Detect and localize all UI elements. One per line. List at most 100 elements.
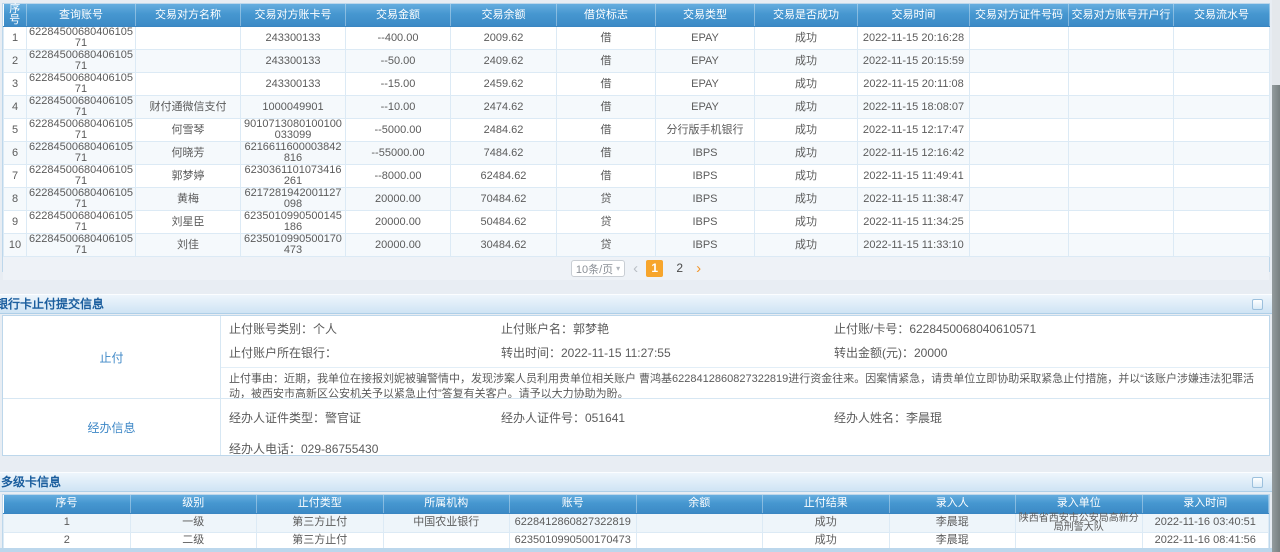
- cell-success: 成功: [755, 188, 858, 211]
- cell-seq: 2: [4, 50, 27, 73]
- multi-level-card-section-header: 多级卡信息: [0, 472, 1272, 492]
- cell-amount: 20000.00: [346, 188, 451, 211]
- col-header-entry-time: 录入时间: [1142, 495, 1269, 513]
- stop-payment-section-header: 银行卡止付提交信息: [0, 294, 1272, 314]
- cell-amount: --8000.00: [346, 165, 451, 188]
- cell-query-account: 6228450068040610571: [27, 211, 136, 234]
- cell-bank: [1069, 27, 1174, 50]
- cell-balance: 30484.62: [451, 234, 557, 257]
- cell-balance: 7484.62: [451, 142, 557, 165]
- cell-counterparty-name: [136, 27, 241, 50]
- cell-counterparty-card: 1000049901: [241, 96, 346, 119]
- cell-success: 成功: [755, 96, 858, 119]
- cell-seq: 1: [4, 513, 131, 532]
- cell-type: EPAY: [656, 50, 755, 73]
- cell-counterparty-name: [136, 73, 241, 96]
- vertical-scrollbar[interactable]: [1272, 0, 1280, 552]
- col-header-query-account: 查询账号: [27, 4, 136, 27]
- multi-level-card-table: 序号 级别 止付类型 所属机构 账号 余额 止付结果 录入人 录入单位 录入时间…: [3, 495, 1269, 550]
- pagination: 10条/页 ▾ ‹ 1 2 ›: [3, 257, 1269, 280]
- cell-counterparty-name: 刘佳: [136, 234, 241, 257]
- cell-stop-result: 成功: [763, 513, 890, 532]
- cell-success: 成功: [755, 73, 858, 96]
- cell-seq: 6: [4, 142, 27, 165]
- bottom-border-strip: [0, 548, 1272, 552]
- table-row: 16228450068040610571243300133--400.00200…: [4, 27, 1270, 50]
- cell-stop-type: 第三方止付: [257, 513, 384, 532]
- table-row: 96228450068040610571刘星臣62350109905001451…: [4, 211, 1270, 234]
- cell-counterparty-name: 财付通微信支付: [136, 96, 241, 119]
- field-agent-phone: 经办人电话：029-86755430: [229, 437, 501, 461]
- cell-counterparty-card: 6217281942001127098: [241, 188, 346, 211]
- collapse-button[interactable]: [1252, 299, 1263, 310]
- cell-id-no: [970, 119, 1069, 142]
- table-row: 2 二级 第三方止付 6235010990500170473 成功 李晨琨 20…: [4, 532, 1269, 549]
- cell-balance: 2409.62: [451, 50, 557, 73]
- cell-seq: 10: [4, 234, 27, 257]
- cell-flag: 借: [557, 165, 656, 188]
- table-header-row: 序号 级别 止付类型 所属机构 账号 余额 止付结果 录入人 录入单位 录入时间: [4, 495, 1269, 513]
- cell-type: EPAY: [656, 73, 755, 96]
- cell-balance: [636, 513, 763, 532]
- cell-id-no: [970, 73, 1069, 96]
- cell-entry-time: 2022-11-16 08:41:56: [1142, 532, 1269, 549]
- cell-flag: 借: [557, 119, 656, 142]
- cell-bank: [1069, 165, 1174, 188]
- cell-counterparty-card: 243300133: [241, 27, 346, 50]
- next-page-button[interactable]: ›: [696, 261, 701, 276]
- table-row: 106228450068040610571刘佳62350109905001704…: [4, 234, 1270, 257]
- col-header-seq: 序号: [4, 4, 27, 27]
- field-account-name: 止付账户名：郭梦艳: [501, 319, 834, 340]
- col-header-institution: 所属机构: [383, 495, 510, 513]
- cell-time: 2022-11-15 20:11:08: [858, 73, 970, 96]
- collapse-button[interactable]: [1252, 477, 1263, 488]
- group-label-agent: 经办信息: [3, 399, 221, 455]
- cell-query-account: 6228450068040610571: [27, 27, 136, 50]
- cell-bank: [1069, 142, 1174, 165]
- page-size-select[interactable]: 10条/页 ▾: [571, 260, 625, 277]
- cell-query-account: 6228450068040610571: [27, 188, 136, 211]
- table-row: 36228450068040610571243300133--15.002459…: [4, 73, 1270, 96]
- cell-time: 2022-11-15 12:16:42: [858, 142, 970, 165]
- cell-type: IBPS: [656, 188, 755, 211]
- cell-bank: [1069, 73, 1174, 96]
- table-row: 76228450068040610571郭梦婷62303611010734162…: [4, 165, 1270, 188]
- cell-institution: 中国农业银行: [383, 513, 510, 532]
- page-2-button[interactable]: 2: [671, 260, 688, 277]
- cell-flag: 贷: [557, 211, 656, 234]
- page-1-button[interactable]: 1: [646, 260, 663, 277]
- cell-time: 2022-11-15 11:34:25: [858, 211, 970, 234]
- prev-page-button[interactable]: ‹: [633, 261, 638, 276]
- cell-level: 一级: [130, 513, 257, 532]
- cell-serial: [1174, 96, 1270, 119]
- cell-type: IBPS: [656, 165, 755, 188]
- group-label-stop: 止付: [3, 316, 221, 398]
- field-row: 经办人电话：029-86755430: [221, 430, 1269, 461]
- cell-amount: 20000.00: [346, 234, 451, 257]
- cell-bank: [1069, 234, 1174, 257]
- cell-serial: [1174, 188, 1270, 211]
- cell-success: 成功: [755, 234, 858, 257]
- col-header-txn-serial: 交易流水号: [1174, 4, 1270, 27]
- cell-serial: [1174, 73, 1270, 96]
- cell-serial: [1174, 211, 1270, 234]
- cell-id-no: [970, 188, 1069, 211]
- cell-balance: [636, 532, 763, 549]
- cell-seq: 3: [4, 73, 27, 96]
- cell-flag: 贷: [557, 188, 656, 211]
- cell-amount: --55000.00: [346, 142, 451, 165]
- table-row: 56228450068040610571何雪琴90107130801001000…: [4, 119, 1270, 142]
- col-header-stop-type: 止付类型: [257, 495, 384, 513]
- cell-balance: 62484.62: [451, 165, 557, 188]
- cell-flag: 贷: [557, 234, 656, 257]
- col-header-counterparty-id: 交易对方证件号码: [970, 4, 1069, 27]
- cell-seq: 4: [4, 96, 27, 119]
- cell-seq: 2: [4, 532, 131, 549]
- cell-seq: 9: [4, 211, 27, 234]
- cell-amount: 20000.00: [346, 211, 451, 234]
- cell-seq: 8: [4, 188, 27, 211]
- table-header-row: 序号 查询账号 交易对方名称 交易对方账卡号 交易金额 交易余额 借贷标志 交易…: [4, 4, 1270, 27]
- col-header-entry-unit: 录入单位: [1016, 495, 1143, 513]
- cell-time: 2022-11-15 11:49:41: [858, 165, 970, 188]
- scrollbar-thumb[interactable]: [1272, 85, 1280, 552]
